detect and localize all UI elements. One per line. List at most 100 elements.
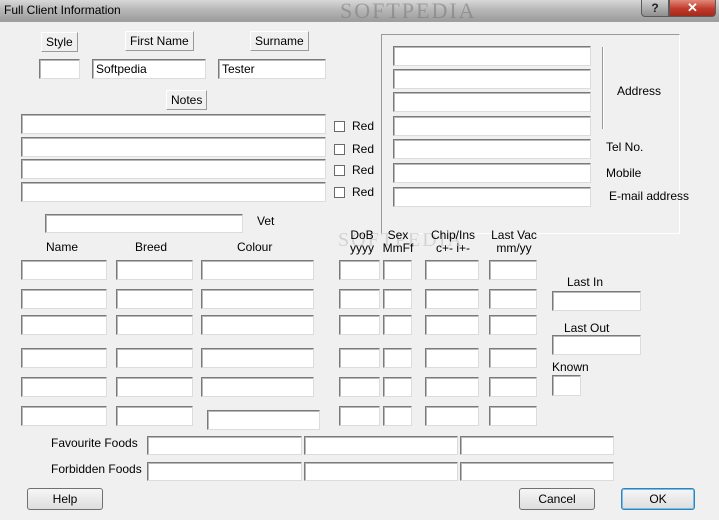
- pet-dob-input[interactable]: [339, 377, 380, 397]
- checkbox-box[interactable]: [334, 143, 345, 155]
- pet-chip-input[interactable]: [425, 348, 479, 368]
- mobile-input[interactable]: [393, 163, 591, 183]
- col-chip-header: Chip/Ins c+- i+-: [430, 228, 476, 255]
- red-checkbox-4[interactable]: Red: [334, 185, 374, 199]
- forbidden-food-1[interactable]: [147, 462, 302, 481]
- email-label: E-mail address: [609, 189, 690, 203]
- pet-breed-input[interactable]: [116, 377, 193, 397]
- pet-sex-input[interactable]: [383, 315, 412, 335]
- address-line-3[interactable]: [393, 92, 591, 112]
- pet-sex-input[interactable]: [383, 260, 412, 280]
- pet-chip-input[interactable]: [425, 406, 479, 426]
- pet-colour-input[interactable]: [207, 410, 320, 430]
- notes-line-4[interactable]: [21, 182, 326, 202]
- red-label: Red: [352, 142, 375, 156]
- email-input[interactable]: [393, 187, 591, 207]
- pet-breed-input[interactable]: [116, 348, 193, 368]
- red-label: Red: [352, 163, 375, 177]
- pet-name-input[interactable]: [21, 260, 107, 280]
- last-out-input[interactable]: [552, 335, 641, 355]
- tel-input[interactable]: [393, 139, 591, 159]
- pet-dob-input[interactable]: [339, 406, 380, 426]
- pet-sex-input[interactable]: [383, 289, 412, 309]
- col-sex-header: Sex MmFf: [382, 228, 414, 255]
- style-input[interactable]: [39, 59, 80, 79]
- pet-chip-input[interactable]: [425, 377, 479, 397]
- mobile-label: Mobile: [606, 166, 642, 180]
- pet-breed-input[interactable]: [116, 406, 193, 426]
- forbidden-foods-label: Forbidden Foods: [51, 462, 142, 476]
- forbidden-food-2[interactable]: [304, 462, 458, 481]
- pet-chip-input[interactable]: [425, 260, 479, 280]
- red-checkbox-1[interactable]: Red: [334, 119, 374, 133]
- close-icon: ✕: [687, 0, 698, 15]
- pet-sex-input[interactable]: [383, 377, 412, 397]
- checkbox-box[interactable]: [334, 186, 345, 198]
- help-button[interactable]: Help: [27, 488, 103, 510]
- col-dob-header: DoB yyyy: [350, 228, 374, 255]
- style-label: Style: [41, 32, 78, 52]
- pet-breed-input[interactable]: [116, 260, 193, 280]
- pet-name-input[interactable]: [21, 289, 107, 309]
- known-input[interactable]: [552, 375, 581, 396]
- checkbox-box[interactable]: [334, 164, 345, 176]
- red-checkbox-2[interactable]: Red: [334, 142, 374, 156]
- checkbox-box[interactable]: [334, 120, 345, 132]
- col-breed-header: Breed: [135, 240, 168, 254]
- favourite-food-3[interactable]: [460, 436, 614, 455]
- pet-dob-input[interactable]: [339, 260, 380, 280]
- pet-sex-input[interactable]: [383, 406, 412, 426]
- pet-sex-input[interactable]: [383, 348, 412, 368]
- pet-lastvac-input[interactable]: [489, 348, 537, 368]
- pet-name-input[interactable]: [21, 377, 107, 397]
- pet-dob-input[interactable]: [339, 348, 380, 368]
- pet-colour-input[interactable]: [201, 377, 314, 397]
- forbidden-food-3[interactable]: [460, 462, 614, 481]
- pet-colour-input[interactable]: [201, 315, 314, 335]
- pet-dob-input[interactable]: [339, 289, 380, 309]
- pet-breed-input[interactable]: [116, 315, 193, 335]
- last-in-input[interactable]: [552, 291, 641, 311]
- cancel-button[interactable]: Cancel: [519, 488, 595, 510]
- pet-chip-input[interactable]: [425, 315, 479, 335]
- vet-input[interactable]: [45, 214, 243, 233]
- close-button[interactable]: ✕: [669, 0, 716, 17]
- pet-colour-input[interactable]: [201, 348, 314, 368]
- pet-chip-input[interactable]: [425, 289, 479, 309]
- pet-lastvac-input[interactable]: [489, 315, 537, 335]
- pet-name-input[interactable]: [21, 406, 107, 426]
- first-name-input[interactable]: Softpedia: [92, 59, 206, 79]
- address-line-2[interactable]: [393, 69, 591, 89]
- favourite-food-1[interactable]: [147, 436, 302, 455]
- red-label: Red: [352, 185, 375, 199]
- pet-lastvac-input[interactable]: [489, 260, 537, 280]
- pet-lastvac-input[interactable]: [489, 377, 537, 397]
- known-label: Known: [552, 360, 589, 374]
- help-title-button[interactable]: ?: [641, 0, 669, 17]
- last-out-label: Last Out: [564, 321, 610, 335]
- pet-name-input[interactable]: [21, 315, 107, 335]
- pet-lastvac-input[interactable]: [489, 289, 537, 309]
- pet-name-input[interactable]: [21, 348, 107, 368]
- pet-lastvac-input[interactable]: [489, 406, 537, 426]
- pet-breed-input[interactable]: [116, 289, 193, 309]
- pet-colour-input[interactable]: [201, 289, 314, 309]
- notes-line-2[interactable]: [21, 137, 326, 157]
- pet-dob-input[interactable]: [339, 315, 380, 335]
- ok-button[interactable]: OK: [621, 488, 695, 510]
- notes-line-3[interactable]: [21, 159, 326, 179]
- red-label: Red: [352, 119, 375, 133]
- favourite-food-2[interactable]: [304, 436, 458, 455]
- address-line-4[interactable]: [393, 116, 591, 136]
- red-checkbox-3[interactable]: Red: [334, 163, 374, 177]
- favourite-foods-label: Favourite Foods: [51, 436, 138, 450]
- question-icon: ?: [651, 1, 659, 15]
- address-line-1[interactable]: [393, 46, 591, 66]
- surname-input[interactable]: Tester: [218, 59, 326, 79]
- vet-label: Vet: [257, 214, 275, 228]
- pet-colour-input[interactable]: [201, 260, 314, 280]
- col-name-header: Name: [46, 240, 79, 254]
- address-divider: [602, 47, 604, 129]
- notes-line-1[interactable]: [21, 114, 326, 134]
- title-bar[interactable]: Full Client Information SOFTPEDIA ? ✕: [0, 0, 719, 23]
